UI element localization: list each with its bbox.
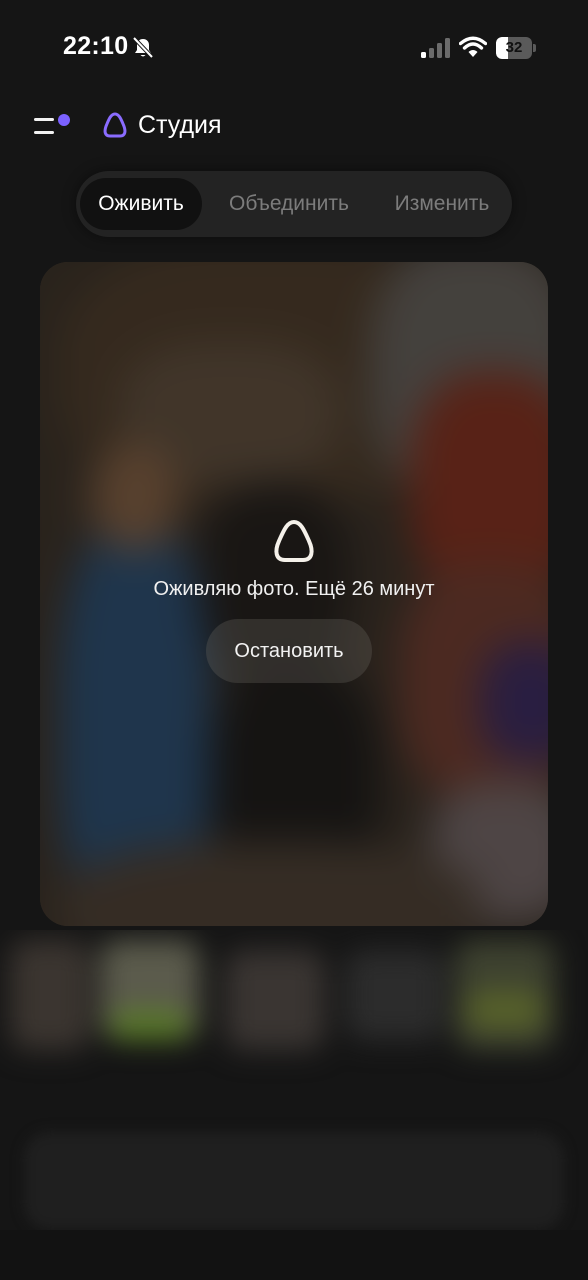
bell-muted-icon bbox=[132, 36, 154, 59]
status-time: 22:10 bbox=[63, 32, 129, 60]
cellular-signal-icon bbox=[421, 38, 450, 58]
tab-merge[interactable]: Объединить bbox=[216, 178, 362, 230]
bottom-panel bbox=[24, 1132, 564, 1230]
tab-edit[interactable]: Изменить bbox=[380, 178, 504, 230]
menu-icon bbox=[34, 118, 54, 121]
wifi-icon bbox=[459, 36, 487, 57]
page-title: Студия bbox=[138, 111, 222, 139]
thumbnail-item[interactable] bbox=[345, 950, 445, 1040]
mode-tabs: Оживить Объединить Изменить bbox=[76, 171, 512, 237]
studio-screen: 22:10 32 Студия Оживить Объединить Измен… bbox=[0, 0, 588, 1280]
notification-dot bbox=[58, 114, 70, 126]
menu-button[interactable] bbox=[30, 108, 74, 144]
status-bar: 22:10 32 bbox=[0, 0, 588, 96]
battery-icon: 32 bbox=[496, 37, 536, 59]
stop-button[interactable]: Остановить bbox=[206, 619, 372, 683]
alice-logo-icon bbox=[103, 112, 127, 138]
battery-level: 32 bbox=[505, 39, 523, 56]
tab-animate[interactable]: Оживить bbox=[80, 178, 202, 230]
thumbnail-item[interactable] bbox=[10, 940, 90, 1050]
processing-status-text: Оживляю фото. Ещё 26 минут bbox=[153, 578, 435, 600]
thumbnail-item[interactable] bbox=[225, 950, 325, 1050]
thumbnail-strip bbox=[0, 930, 588, 1110]
alice-logo-icon bbox=[274, 520, 314, 562]
